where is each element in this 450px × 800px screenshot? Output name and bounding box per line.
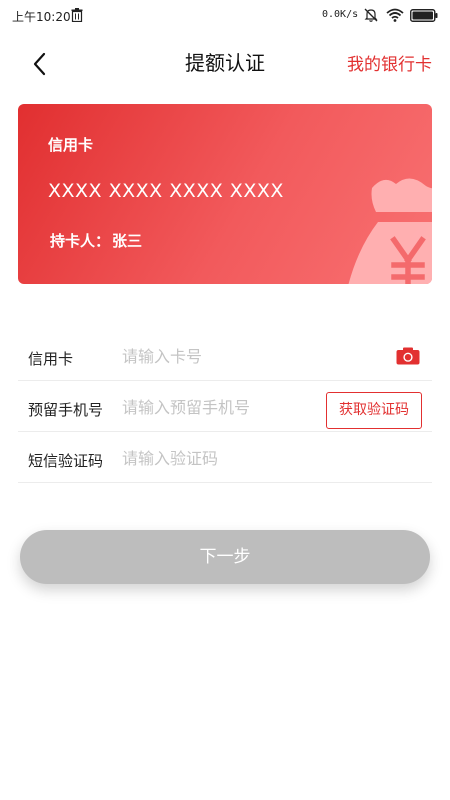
card-holder: 持卡人： 张三 bbox=[48, 230, 142, 251]
phone-label: 预留手机号 bbox=[28, 401, 104, 419]
trash-icon bbox=[71, 8, 83, 22]
credit-card-banner: 信用卡 XXXX XXXX XXXX XXXX 持卡人： 张三 bbox=[18, 104, 432, 284]
phone-row: 预留手机号 获取验证码 bbox=[18, 381, 432, 432]
next-button[interactable]: 下一步 bbox=[20, 530, 430, 584]
card-type-label: 信用卡 bbox=[48, 136, 94, 154]
sms-code-input[interactable] bbox=[122, 440, 322, 476]
card-number: XXXX XXXX XXXX XXXX bbox=[48, 180, 284, 202]
verification-form: 信用卡 预留手机号 获取验证码 短信验证码 bbox=[18, 330, 432, 483]
card-number-row: 信用卡 bbox=[18, 330, 432, 381]
sms-code-row: 短信验证码 bbox=[18, 432, 432, 483]
card-number-label: 信用卡 bbox=[28, 350, 74, 368]
phone-input[interactable] bbox=[122, 389, 322, 425]
money-bag-icon bbox=[348, 178, 432, 284]
get-code-button[interactable]: 获取验证码 bbox=[326, 392, 422, 429]
nav-header: 提额认证 我的银行卡 bbox=[0, 40, 450, 84]
card-holder-name: 张三 bbox=[112, 232, 143, 250]
card-number-input[interactable] bbox=[122, 338, 322, 374]
sms-code-label: 短信验证码 bbox=[28, 452, 104, 470]
status-time: 上午10:20 bbox=[12, 10, 71, 24]
card-holder-label: 持卡人： bbox=[50, 232, 111, 250]
camera-icon[interactable] bbox=[396, 347, 420, 365]
bell-muted-icon bbox=[364, 8, 378, 22]
battery-icon bbox=[410, 9, 438, 22]
wifi-icon bbox=[386, 8, 404, 22]
my-bank-cards-link[interactable]: 我的银行卡 bbox=[347, 50, 432, 75]
status-bar: 上午10:20 0.0K/s bbox=[0, 0, 450, 32]
network-speed: 0.0K/s bbox=[322, 9, 359, 20]
